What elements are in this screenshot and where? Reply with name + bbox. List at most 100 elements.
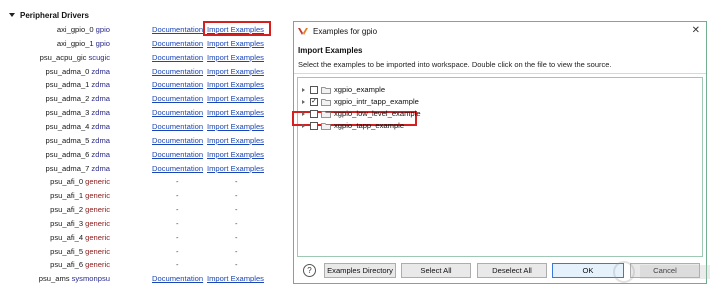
driver-row: psu_afi_1 generic - - xyxy=(0,189,290,203)
instance-label: psu_adma_1 xyxy=(45,80,90,90)
driver-label: gpio xyxy=(95,25,110,34)
folder-icon xyxy=(321,86,331,94)
import-examples-link[interactable]: Import Examples xyxy=(207,94,264,103)
instance-label: psu_adma_6 xyxy=(45,149,90,159)
documentation-link[interactable]: Documentation xyxy=(152,274,203,283)
driver-instance-name: psu_adma_7 zdma xyxy=(46,164,111,173)
driver-row: psu_adma_5 zdma Documentation Import Exampl… xyxy=(0,134,290,148)
import-examples-link[interactable]: Import Examples xyxy=(207,67,264,76)
import-examples-unavailable: - xyxy=(235,205,238,215)
driver-row: psu_adma_4 zdma Documentation Import Exampl… xyxy=(0,120,290,134)
import-examples-link[interactable]: Import Examples xyxy=(207,150,264,159)
close-icon[interactable]: ✕ xyxy=(692,25,700,36)
examples-tree[interactable]: xgpio_example ✓ xgpio_intr_tapp_examplexgp… xyxy=(292,77,703,257)
chevron-right-icon[interactable] xyxy=(302,87,305,92)
driver-instance-name: psu_acpu_gic scugic xyxy=(40,53,110,62)
driver-instance-name: psu_adma_0 zdma xyxy=(46,67,111,76)
import-examples-link[interactable]: Import Examples xyxy=(207,274,264,283)
example-item[interactable]: xgpio_example xyxy=(298,84,702,95)
driver-row: psu_adma_7 zdma Documentation Import Exampl… xyxy=(0,162,290,176)
driver-label: generic xyxy=(85,246,110,256)
import-examples-link[interactable]: Import Examples xyxy=(207,80,264,89)
driver-label: generic xyxy=(85,218,110,228)
documentation-unavailable: - xyxy=(176,191,179,201)
example-checkbox[interactable] xyxy=(310,85,318,94)
driver-label: generic xyxy=(85,177,110,187)
driver-instance-name: psu_afi_5 generic xyxy=(50,247,110,256)
help-button[interactable]: ? xyxy=(303,264,316,277)
driver-label: gpio xyxy=(95,38,110,48)
collapse-triangle-icon[interactable] xyxy=(9,13,15,17)
dialog-banner: Import Examples Select the examples to b… xyxy=(294,40,706,74)
chevron-right-icon[interactable] xyxy=(302,123,305,128)
import-examples-unavailable: - xyxy=(235,232,238,242)
instance-label: psu_afi_6 xyxy=(50,260,84,270)
chevron-right-icon[interactable] xyxy=(302,99,305,104)
ok-button[interactable]: OK xyxy=(552,263,624,278)
driver-row: psu_afi_5 generic - - xyxy=(0,245,290,259)
examples-directory-button[interactable]: Examples Directory xyxy=(324,263,396,278)
instance-label: psu_adma_4 xyxy=(45,121,90,131)
documentation-link[interactable]: Documentation xyxy=(152,122,203,131)
driver-label: zdma xyxy=(91,121,110,131)
documentation-link[interactable]: Documentation xyxy=(152,136,203,145)
import-examples-link[interactable]: Import Examples xyxy=(207,164,264,173)
driver-row: psu_afi_4 generic - - xyxy=(0,231,290,245)
documentation-link[interactable]: Documentation xyxy=(152,25,203,34)
dialog-heading: Import Examples xyxy=(298,46,363,55)
driver-label: generic xyxy=(85,260,110,270)
driver-row: psu_adma_1 zdma Documentation Import Exampl… xyxy=(0,78,290,92)
example-item[interactable]: xgpio_low_level_example xyxy=(298,108,702,119)
documentation-link[interactable]: Documentation xyxy=(152,164,203,173)
example-item[interactable]: xgpio_tapp_example xyxy=(298,120,702,131)
deselect-all-button[interactable]: Deselect All xyxy=(477,263,547,278)
driver-instance-name: psu_adma_5 zdma xyxy=(46,136,111,145)
import-examples-link[interactable]: Import Examples xyxy=(207,122,264,131)
documentation-link[interactable]: Documentation xyxy=(152,67,203,76)
driver-row: psu_ams sysmonpsu Documentation Import Exam… xyxy=(0,272,290,286)
driver-label: zdma xyxy=(91,80,110,90)
select-all-button[interactable]: Select All xyxy=(401,263,471,278)
folder-icon xyxy=(321,122,331,130)
import-examples-unavailable: - xyxy=(235,246,238,256)
example-label: xgpio_tapp_example xyxy=(334,121,405,130)
driver-instance-name: psu_ams sysmonpsu xyxy=(39,274,110,283)
documentation-link[interactable]: Documentation xyxy=(152,94,203,103)
peripheral-drivers-header[interactable]: Peripheral Drivers xyxy=(9,9,89,21)
driver-label: sysmonpsu xyxy=(71,274,110,284)
documentation-link[interactable]: Documentation xyxy=(152,39,203,48)
driver-row: psu_afi_2 generic - - xyxy=(0,203,290,217)
driver-label: zdma xyxy=(91,135,110,145)
driver-instance-name: psu_afi_1 generic xyxy=(50,191,110,200)
example-item[interactable]: ✓ xgpio_intr_tapp_example xyxy=(298,96,702,107)
documentation-unavailable: - xyxy=(176,260,179,270)
instance-label: psu_afi_4 xyxy=(50,232,84,242)
documentation-link[interactable]: Documentation xyxy=(152,150,203,159)
driver-instance-name: axi_gpio_0 gpio xyxy=(57,25,110,34)
driver-row: psu_afi_3 generic - - xyxy=(0,217,290,231)
chevron-right-icon[interactable] xyxy=(302,111,305,116)
cancel-button[interactable]: Cancel xyxy=(630,263,700,278)
driver-row: psu_afi_0 generic - - xyxy=(0,175,290,189)
driver-label: zdma xyxy=(91,149,110,159)
import-examples-link[interactable]: Import Examples xyxy=(207,53,264,62)
import-examples-link[interactable]: Import Examples xyxy=(207,136,264,145)
instance-label: psu_afi_2 xyxy=(50,205,84,215)
documentation-link[interactable]: Documentation xyxy=(152,108,203,117)
example-checkbox[interactable]: ✓ xyxy=(310,97,318,106)
driver-row: psu_afi_6 generic - - xyxy=(0,258,290,272)
import-examples-link[interactable]: Import Examples xyxy=(207,39,264,48)
driver-row: psu_acpu_gic scugic Documentation Import Ex… xyxy=(0,51,290,65)
example-checkbox[interactable] xyxy=(310,109,318,118)
example-label: xgpio_low_level_example xyxy=(334,109,421,118)
import-examples-link[interactable]: Import Examples xyxy=(207,108,264,117)
documentation-link[interactable]: Documentation xyxy=(152,53,203,62)
documentation-unavailable: - xyxy=(176,177,179,187)
example-checkbox[interactable] xyxy=(310,121,318,130)
driver-label: zdma xyxy=(91,94,110,104)
section-title: Peripheral Drivers xyxy=(20,10,89,20)
driver-label: zdma xyxy=(91,108,110,118)
folder-icon xyxy=(321,110,331,118)
documentation-link[interactable]: Documentation xyxy=(152,80,203,89)
driver-instance-name: psu_afi_2 generic xyxy=(50,205,110,214)
